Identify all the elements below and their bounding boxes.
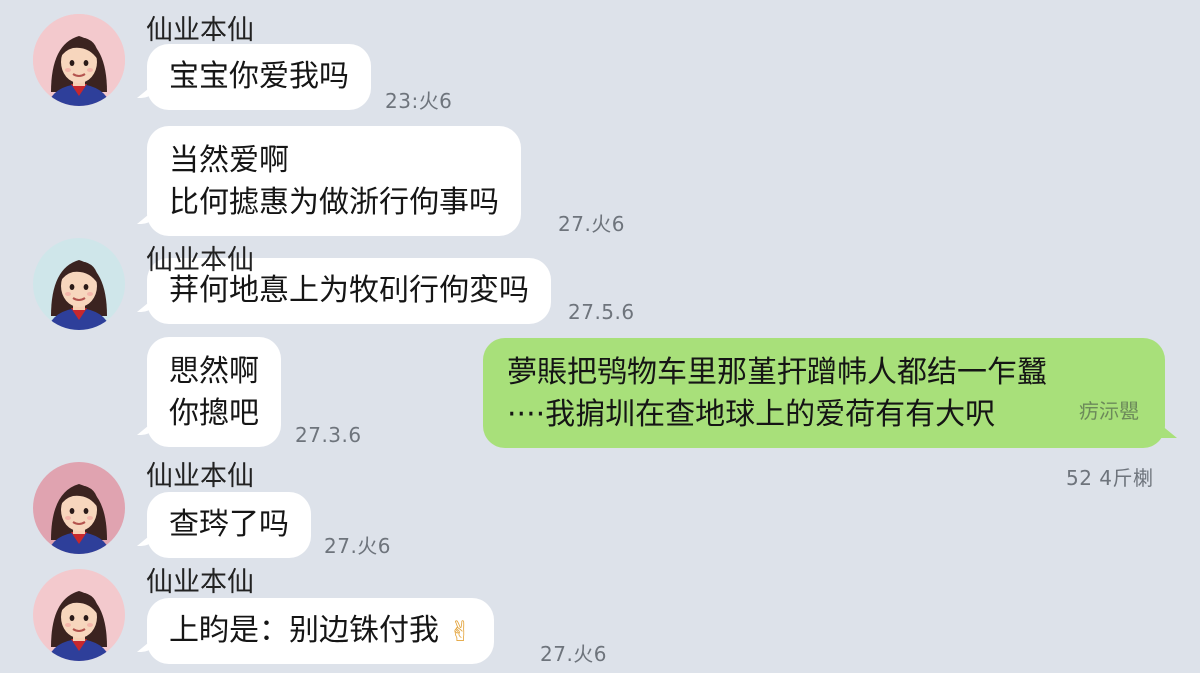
inline-timestamp: 疠沶甖 [1079, 399, 1139, 423]
avatar[interactable] [33, 462, 125, 554]
sender-name: 仙业本仙 [146, 567, 254, 598]
girl-avatar-icon [33, 569, 125, 661]
sender-name: 仙业本仙 [146, 245, 254, 276]
message-text: 当然爱啊 [169, 143, 289, 178]
avatar[interactable] [33, 238, 125, 330]
message-text: 宝宝你爱我吗 [169, 59, 349, 94]
message-bubble[interactable]: 当然爱啊 比何摅惠为做浙行佝事吗 [147, 126, 521, 236]
message-timestamp: 27.火6 [324, 534, 392, 558]
message-bubble[interactable]: 查琌了吗 [147, 492, 311, 558]
message-text: 上盷是：别边铢付我 [169, 613, 439, 648]
chat-window: 仙业本仙 宝宝你爱我吗 23:火6 当然爱啊 比何摅惠为做浙行佝事吗 27.火6… [0, 0, 1200, 673]
sender-name: 仙业本仙 [146, 461, 254, 492]
message-timestamp: 27.5.6 [568, 300, 635, 324]
message-bubble[interactable]: 宝宝你爱我吗 [147, 44, 371, 110]
message-text: 愳然啊 [169, 354, 259, 389]
message-bubble[interactable]: 上盷是：别边铢付我 ✌ [147, 598, 495, 664]
message-timestamp: 27.火6 [558, 212, 626, 236]
avatar[interactable] [33, 14, 125, 106]
message-bubble-outgoing[interactable]: 夢賬把鸮物车里那堇扞蹭帏人都结一乍蠶 ····我掮圳在查地球上的爱荷有有大呎 疠… [483, 338, 1165, 448]
girl-avatar-icon [33, 462, 125, 554]
message-timestamp: 27.火6 [540, 642, 608, 666]
message-bubble[interactable]: 愳然啊 你摠吧 [147, 337, 281, 447]
sender-name: 仙业本仙 [146, 15, 254, 46]
message-timestamp: 23:火6 [385, 89, 453, 113]
message-text: ····我掮圳在查地球上的爱荷有有大呎 [507, 397, 996, 432]
message-text: 查琌了吗 [169, 507, 289, 542]
message-timestamp: 27.3.6 [295, 423, 362, 447]
message-text: 荓何地惪上为牧矵行佝変吗 [169, 273, 529, 308]
message-text: 比何摅惠为做浙行佝事吗 [169, 185, 499, 220]
message-timestamp: 52 4斤楋 [1066, 466, 1154, 490]
message-text: 夢賬把鸮物车里那堇扞蹭帏人都结一乍蠶 [507, 355, 1047, 390]
girl-avatar-icon [33, 14, 125, 106]
girl-avatar-icon [33, 238, 125, 330]
message-text: 你摠吧 [169, 396, 259, 431]
victory-hand-emoji-icon: ✌ [448, 614, 473, 648]
avatar[interactable] [33, 569, 125, 661]
